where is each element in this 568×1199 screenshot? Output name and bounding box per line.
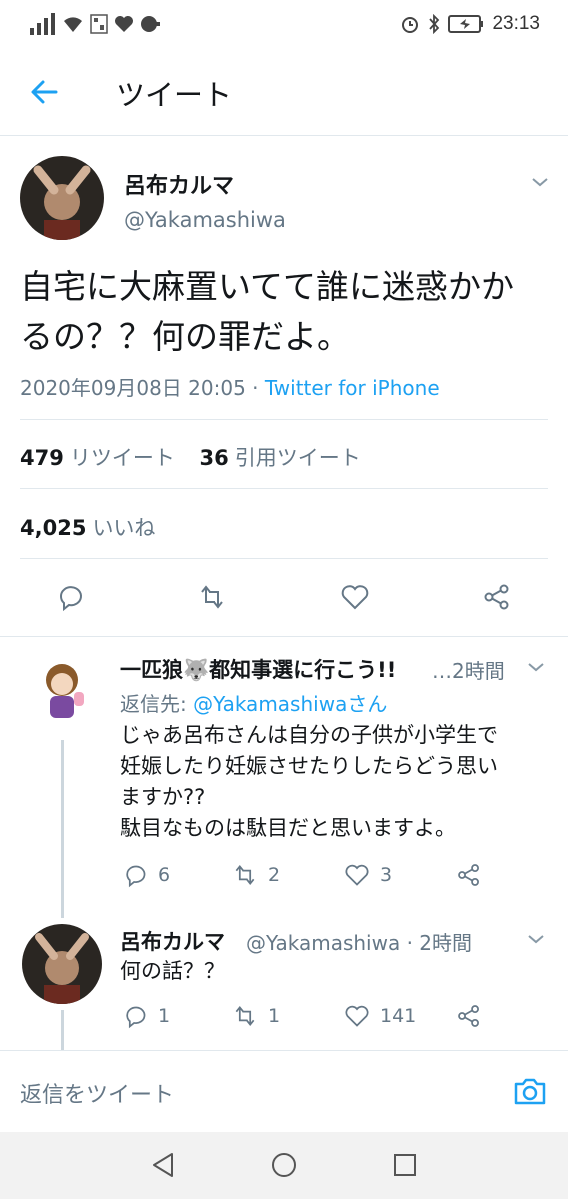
page-title: ツイート <box>116 78 233 112</box>
retweet-icon <box>235 1005 255 1027</box>
reply-action-retweet[interactable]: 2 <box>232 862 280 888</box>
reply-text-line: 何の話？？ <box>120 959 225 983</box>
divider <box>20 558 548 559</box>
tweet-source[interactable]: Twitter for iPhone <box>265 376 440 400</box>
reply-action-like[interactable]: 141 <box>344 1003 416 1029</box>
tweet-timestamp[interactable]: 2020年09月08日 20:05 <box>20 376 246 400</box>
heart-status-icon <box>115 16 133 32</box>
share-icon[interactable] <box>482 582 512 612</box>
like-count: 3 <box>380 864 393 886</box>
share-icon <box>458 864 479 886</box>
reply-author-name[interactable]: 一匹狼🐺都知事選に行こう!! <box>120 654 396 684</box>
alarm-icon <box>402 17 419 33</box>
reply-to-line: 返信先: @Yakamashiwaさん <box>120 688 387 717</box>
reply-text-line: ますか?? <box>120 785 206 809</box>
qr-icon <box>90 14 108 34</box>
retweet-count[interactable]: 479 リツイート <box>20 446 175 470</box>
thread-line <box>61 740 64 918</box>
chevron-down-icon[interactable] <box>524 927 548 951</box>
system-nav-bar <box>0 1132 568 1199</box>
reply-icon[interactable] <box>55 582 85 612</box>
wifi-icon <box>64 17 82 32</box>
retweet-stats: 479 リツイート 36 引用ツイート <box>20 442 361 472</box>
tweet-text-line: るの？？何の罪だよ。 <box>20 317 350 356</box>
app-status-icon <box>141 16 160 32</box>
quote-count[interactable]: 36 引用ツイート <box>200 446 361 470</box>
reply-action-share[interactable] <box>456 1003 482 1029</box>
battery-icon <box>448 15 484 33</box>
tweet-text: 自宅に大麻置いてて誰に迷惑かか るの？？何の罪だよ。 <box>20 262 550 362</box>
reply-action-share[interactable] <box>456 862 482 888</box>
divider <box>20 419 548 420</box>
divider <box>20 488 548 489</box>
reply-text-line: じゃあ呂布さんは自分の子供が小学生で <box>120 723 498 747</box>
back-arrow-icon[interactable] <box>26 74 62 110</box>
reply-composer[interactable]: 返信をツイート <box>0 1050 568 1132</box>
reply-text-line: 妊娠したり妊娠させたりしたらどう思い <box>120 754 498 778</box>
like-label: いいね <box>92 516 156 540</box>
reply-count: 6 <box>158 864 171 886</box>
share-icon <box>458 1005 479 1027</box>
author-avatar[interactable] <box>20 156 104 240</box>
reply-avatar[interactable] <box>22 652 102 732</box>
signal-icon <box>30 13 55 35</box>
reply-icon <box>126 1006 146 1029</box>
reply-meta: …2時間 <box>432 659 505 683</box>
like-icon[interactable] <box>340 582 370 612</box>
reply-count: 1 <box>158 1005 171 1027</box>
reply-text-line: 駄目なものは駄目だと思いますよ。 <box>120 816 456 840</box>
reply-meta: @Yakamashiwa · 2時間 <box>246 931 473 955</box>
status-icons-right: 23:13 <box>400 13 540 35</box>
camera-icon[interactable] <box>512 1073 548 1109</box>
nav-back-icon[interactable] <box>148 1150 178 1180</box>
retweet-count: 2 <box>268 864 281 886</box>
like-stats[interactable]: 4,025 いいね <box>20 512 155 542</box>
retweet-icon[interactable] <box>197 582 227 612</box>
reply-to-prefix: 返信先: <box>120 692 194 716</box>
reply-action-retweet[interactable]: 1 <box>232 1003 280 1029</box>
retweet-icon <box>235 864 255 886</box>
author-handle[interactable]: @Yakamashiwa <box>124 208 286 232</box>
reply-action-reply[interactable]: 1 <box>122 1003 170 1029</box>
section-divider <box>0 636 568 637</box>
author-name[interactable]: 呂布カルマ <box>124 168 234 200</box>
nav-home-icon[interactable] <box>269 1150 299 1180</box>
status-bar: 23:13 <box>0 0 568 48</box>
meta-separator: · <box>245 376 265 400</box>
like-count: 4,025 <box>20 516 87 540</box>
reply-action-reply[interactable]: 6 <box>122 862 170 888</box>
reply-avatar[interactable] <box>22 924 102 1004</box>
reply-to-mention[interactable]: @Yakamashiwaさん <box>193 692 387 716</box>
status-time: 23:13 <box>492 13 540 34</box>
tweet-actions <box>0 582 568 616</box>
chevron-down-icon[interactable] <box>524 655 548 679</box>
tweet-meta: 2020年09月08日 20:05 · Twitter for iPhone <box>20 372 440 401</box>
like-count: 141 <box>380 1005 417 1027</box>
retweet-count: 1 <box>268 1005 281 1027</box>
status-icons-left <box>30 13 160 35</box>
chevron-down-icon[interactable] <box>528 170 552 194</box>
reply-text: じゃあ呂布さんは自分の子供が小学生で 妊娠したり妊娠させたりしたらどう思い ます… <box>120 720 550 844</box>
bluetooth-icon <box>429 14 440 34</box>
reply-author-name[interactable]: 呂布カルマ <box>120 926 225 956</box>
reply-text: 何の話？？ <box>120 956 550 987</box>
reply-action-like[interactable]: 3 <box>344 862 392 888</box>
tweet-text-line: 自宅に大麻置いてて誰に迷惑かか <box>20 267 515 306</box>
like-icon <box>345 1005 369 1027</box>
compose-placeholder[interactable]: 返信をツイート <box>20 1077 174 1109</box>
top-app-bar: ツイート <box>0 48 568 136</box>
thread-line <box>61 1010 64 1050</box>
like-icon <box>345 864 369 886</box>
nav-recents-icon[interactable] <box>390 1150 420 1180</box>
reply-icon <box>126 865 146 888</box>
